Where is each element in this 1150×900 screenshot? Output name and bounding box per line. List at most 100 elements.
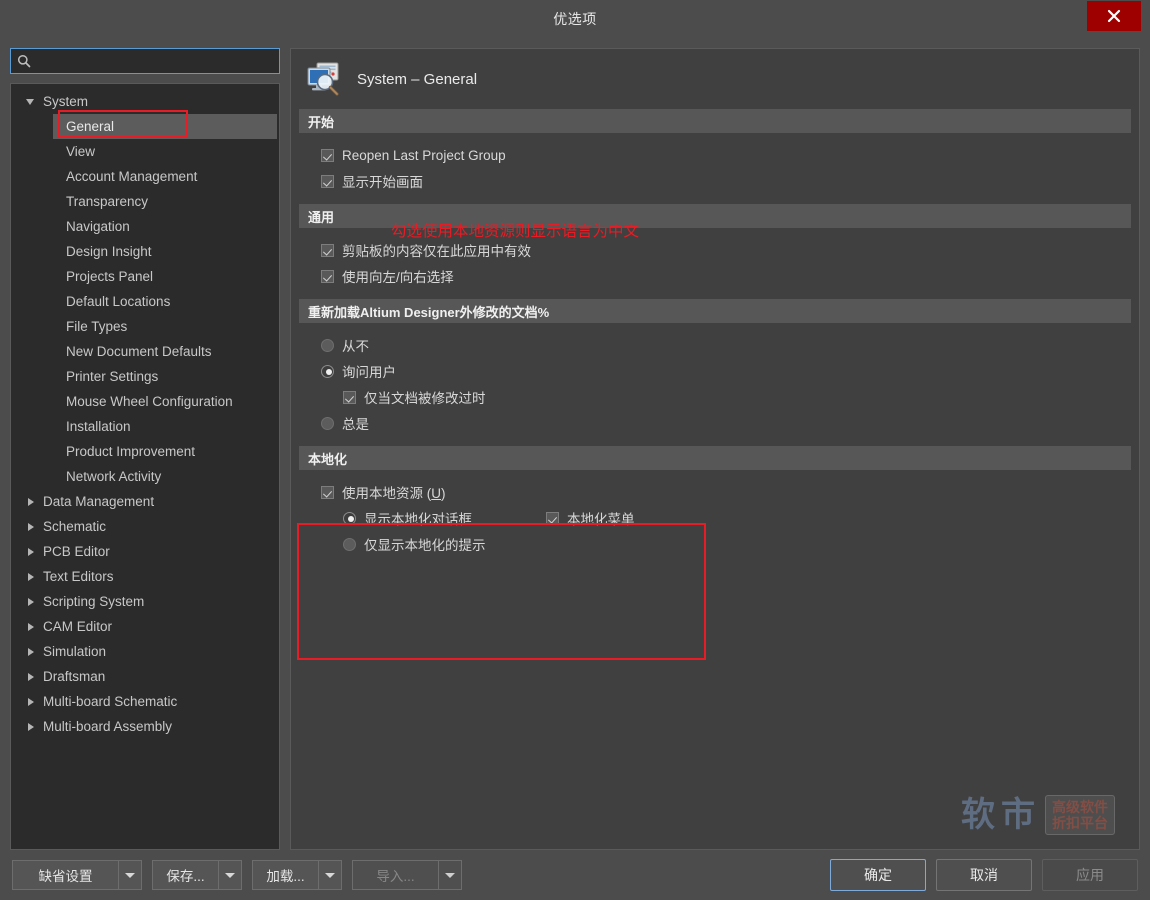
sidebar-item-product-improvement[interactable]: Product Improvement xyxy=(11,439,279,464)
radio-icon[interactable] xyxy=(321,365,334,378)
chevron-right-icon[interactable] xyxy=(28,523,34,531)
chevron-right-icon[interactable] xyxy=(28,698,34,706)
radio-icon[interactable] xyxy=(343,538,356,551)
save-split-button[interactable]: 保存... xyxy=(152,860,242,890)
sidebar-item-general[interactable]: General xyxy=(53,114,277,139)
sidebar-item-transparency[interactable]: Transparency xyxy=(11,189,279,214)
chevron-right-icon[interactable] xyxy=(28,598,34,606)
checkbox-row-localized-menus[interactable]: 本地化菜单 xyxy=(546,505,635,531)
ok-button[interactable]: 确定 xyxy=(830,859,926,891)
sidebar-item-multi-board-schematic[interactable]: Multi-board Schematic xyxy=(11,689,279,714)
watermark: 软市 高级软件 折扣平台 xyxy=(961,795,1115,835)
radio-row-always[interactable]: 总是 xyxy=(291,410,1139,436)
checkbox-row-use-localized-resources[interactable]: 使用本地资源 (U) xyxy=(291,479,1139,505)
sidebar-item-label: PCB Editor xyxy=(43,544,110,559)
checkbox-icon[interactable] xyxy=(321,270,334,283)
default-settings-button[interactable]: 缺省设置 xyxy=(12,860,118,890)
sidebar-item-text-editors[interactable]: Text Editors xyxy=(11,564,279,589)
default-settings-split-button[interactable]: 缺省设置 xyxy=(12,860,142,890)
watermark-badge: 高级软件 折扣平台 xyxy=(1045,795,1115,835)
sidebar-item-account-management[interactable]: Account Management xyxy=(11,164,279,189)
radio-icon[interactable] xyxy=(321,417,334,430)
load-split-button[interactable]: 加载... xyxy=(252,860,342,890)
sidebar-item-view[interactable]: View xyxy=(11,139,279,164)
sidebar-item-new-document-defaults[interactable]: New Document Defaults xyxy=(11,339,279,364)
sidebar-item-system[interactable]: System xyxy=(11,89,279,114)
checkbox-icon[interactable] xyxy=(321,175,334,188)
content-panel: System – General 开始 Reopen Last Project … xyxy=(290,48,1140,850)
checkbox-icon[interactable] xyxy=(546,512,559,525)
checkbox-icon[interactable] xyxy=(343,391,356,404)
sidebar-item-network-activity[interactable]: Network Activity xyxy=(11,464,279,489)
checkbox-icon[interactable] xyxy=(321,486,334,499)
content-header: System – General xyxy=(291,49,1139,109)
checkbox-label: 本地化菜单 xyxy=(567,508,635,528)
sidebar-item-installation[interactable]: Installation xyxy=(11,414,279,439)
sidebar-item-label: Network Activity xyxy=(66,469,161,484)
radio-icon[interactable] xyxy=(343,512,356,525)
close-button[interactable] xyxy=(1087,1,1141,31)
preferences-tree[interactable]: SystemGeneralViewAccount ManagementTrans… xyxy=(10,83,280,850)
localization-left-column: 显示本地化对话框 仅显示本地化的提示 xyxy=(291,505,546,557)
radio-icon[interactable] xyxy=(321,339,334,352)
sidebar-item-pcb-editor[interactable]: PCB Editor xyxy=(11,539,279,564)
radio-row-localized-dialogs[interactable]: 显示本地化对话框 xyxy=(291,505,546,531)
radio-row-ask-user[interactable]: 询问用户 xyxy=(291,358,1139,384)
sidebar-item-multi-board-assembly[interactable]: Multi-board Assembly xyxy=(11,714,279,739)
sidebar-item-mouse-wheel-configuration[interactable]: Mouse Wheel Configuration xyxy=(11,389,279,414)
save-dropdown-arrow-icon[interactable] xyxy=(218,860,242,890)
search-input[interactable] xyxy=(35,50,275,72)
section-header-reload: 重新加载Altium Designer外修改的文档% xyxy=(299,299,1131,323)
checkbox-label: 使用本地资源 (U) xyxy=(342,482,446,502)
radio-row-never[interactable]: 从不 xyxy=(291,332,1139,358)
apply-button: 应用 xyxy=(1042,859,1138,891)
checkbox-row-reopen-last-project-group[interactable]: Reopen Last Project Group xyxy=(291,142,1139,168)
checkbox-row-only-if-modified[interactable]: 仅当文档被修改过时 xyxy=(291,384,1139,410)
checkbox-label: 显示开始画面 xyxy=(342,171,423,191)
sidebar-item-draftsman[interactable]: Draftsman xyxy=(11,664,279,689)
sidebar-item-file-types[interactable]: File Types xyxy=(11,314,279,339)
sidebar-item-projects-panel[interactable]: Projects Panel xyxy=(11,264,279,289)
chevron-right-icon[interactable] xyxy=(28,723,34,731)
chevron-right-icon[interactable] xyxy=(28,673,34,681)
sidebar-item-label: Mouse Wheel Configuration xyxy=(66,394,233,409)
checkbox-row-show-startup-screen[interactable]: 显示开始画面 xyxy=(291,168,1139,194)
localization-columns: 显示本地化对话框 仅显示本地化的提示 本地化菜单 xyxy=(291,505,1139,557)
checkbox-row-left-right-select[interactable]: 使用向左/向右选择 xyxy=(291,263,1139,289)
chevron-down-icon[interactable] xyxy=(26,99,34,105)
sidebar-item-data-management[interactable]: Data Management xyxy=(11,489,279,514)
sidebar-item-simulation[interactable]: Simulation xyxy=(11,639,279,664)
chevron-right-icon[interactable] xyxy=(28,498,34,506)
sidebar-item-label: Text Editors xyxy=(43,569,114,584)
sidebar-item-schematic[interactable]: Schematic xyxy=(11,514,279,539)
section-body-startup: Reopen Last Project Group 显示开始画面 xyxy=(291,133,1139,204)
chevron-right-icon[interactable] xyxy=(28,648,34,656)
sidebar-item-scripting-system[interactable]: Scripting System xyxy=(11,589,279,614)
chevron-right-icon[interactable] xyxy=(28,573,34,581)
cancel-button[interactable]: 取消 xyxy=(936,859,1032,891)
sidebar-item-default-locations[interactable]: Default Locations xyxy=(11,289,279,314)
radio-row-localized-hints-only[interactable]: 仅显示本地化的提示 xyxy=(291,531,546,557)
close-icon xyxy=(1107,9,1121,23)
section-header-localization: 本地化 xyxy=(299,446,1131,470)
import-dropdown-arrow-icon[interactable] xyxy=(438,860,462,890)
chevron-right-icon[interactable] xyxy=(28,623,34,631)
sidebar-item-design-insight[interactable]: Design Insight xyxy=(11,239,279,264)
sidebar-item-label: Default Locations xyxy=(66,294,170,309)
checkbox-label: 使用向左/向右选择 xyxy=(342,266,454,286)
checkbox-icon[interactable] xyxy=(321,149,334,162)
checkbox-label: 仅当文档被修改过时 xyxy=(364,387,486,407)
radio-label: 总是 xyxy=(342,413,369,433)
checkbox-icon[interactable] xyxy=(321,244,334,257)
sidebar-item-label: Multi-board Schematic xyxy=(43,694,177,709)
sidebar-item-printer-settings[interactable]: Printer Settings xyxy=(11,364,279,389)
localization-right-column: 本地化菜单 xyxy=(546,505,635,557)
sidebar-item-navigation[interactable]: Navigation xyxy=(11,214,279,239)
load-dropdown-arrow-icon[interactable] xyxy=(318,860,342,890)
search-box[interactable] xyxy=(10,48,280,74)
sidebar-item-cam-editor[interactable]: CAM Editor xyxy=(11,614,279,639)
chevron-right-icon[interactable] xyxy=(28,548,34,556)
load-button[interactable]: 加载... xyxy=(252,860,318,890)
default-settings-dropdown-arrow-icon[interactable] xyxy=(118,860,142,890)
save-button[interactable]: 保存... xyxy=(152,860,218,890)
